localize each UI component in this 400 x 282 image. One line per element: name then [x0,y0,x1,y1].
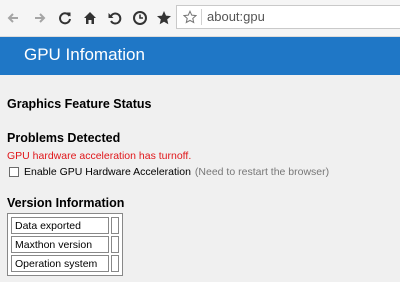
reload-icon[interactable] [56,9,74,27]
table-row: Data exported [11,217,119,234]
address-bar[interactable]: about:gpu [176,5,400,29]
bookmark-star-icon[interactable] [182,9,198,24]
section-title-problems: Problems Detected [7,131,121,145]
restart-hint: (Need to restart the browser) [194,166,330,178]
address-text[interactable]: about:gpu [207,9,265,24]
forward-icon[interactable] [31,9,49,27]
table-row: Maxthon version [11,236,119,253]
browser-toolbar: about:gpu [0,0,400,37]
table-cell-label: Operation system [11,255,109,272]
back-icon[interactable] [4,9,22,27]
section-title-feature-status: Graphics Feature Status [7,97,152,111]
page-title: GPU Infomation [24,45,145,64]
home-icon[interactable] [81,9,99,27]
error-message: GPU hardware acceleration has turnoff. [7,150,192,162]
table-cell-label: Maxthon version [11,236,109,253]
favorites-star-icon[interactable] [155,9,173,27]
table-cell-value [111,236,119,253]
table-cell-value [111,255,119,272]
table-row: Operation system [11,255,119,272]
undo-icon[interactable] [106,9,124,27]
enable-acceleration-checkbox[interactable] [9,167,19,177]
version-table: Data exported Maxthon version Operation … [7,213,123,276]
section-title-version: Version Information [7,196,125,210]
enable-acceleration-row[interactable]: Enable GPU Hardware Acceleration (Need t… [9,166,329,178]
address-divider [201,9,202,25]
table-cell-label: Data exported [11,217,109,234]
history-icon[interactable] [131,9,149,27]
checkbox-label[interactable]: Enable GPU Hardware Acceleration [24,166,191,178]
page-header: GPU Infomation [0,37,400,75]
table-cell-value [111,217,119,234]
